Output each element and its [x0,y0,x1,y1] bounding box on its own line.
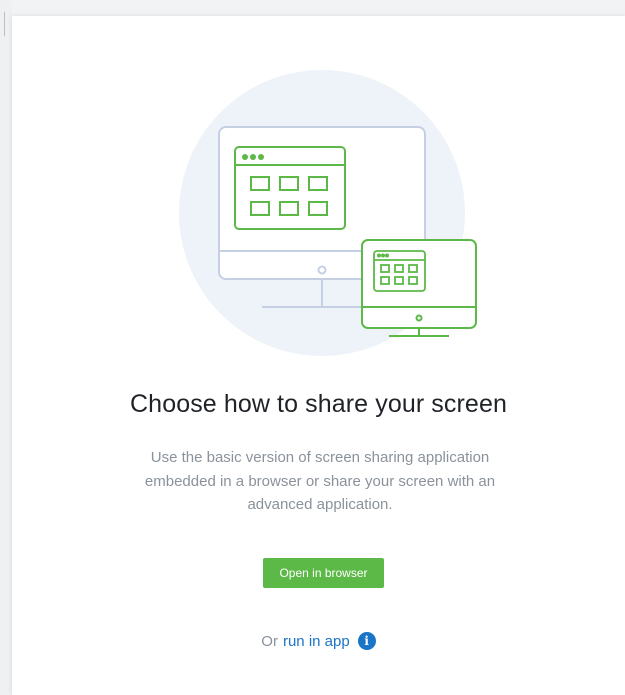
open-in-browser-button[interactable]: Open in browser [263,558,384,588]
large-app-window-icon [234,146,346,230]
or-text: Or [261,632,278,650]
description-text: Use the basic version of screen sharing … [144,449,496,513]
left-edge-tick [4,12,5,36]
screen-share-illustration [179,70,477,356]
run-in-app-row: Or run in app i [12,632,625,650]
info-icon[interactable]: i [357,632,376,650]
run-in-app-link[interactable]: run in app [283,633,350,650]
left-panel-edge [0,0,12,695]
small-app-window-icon [373,250,426,292]
page-title: Choose how to share your screen [130,390,507,418]
share-screen-dialog: Choose how to share your screen Use the … [12,16,625,695]
